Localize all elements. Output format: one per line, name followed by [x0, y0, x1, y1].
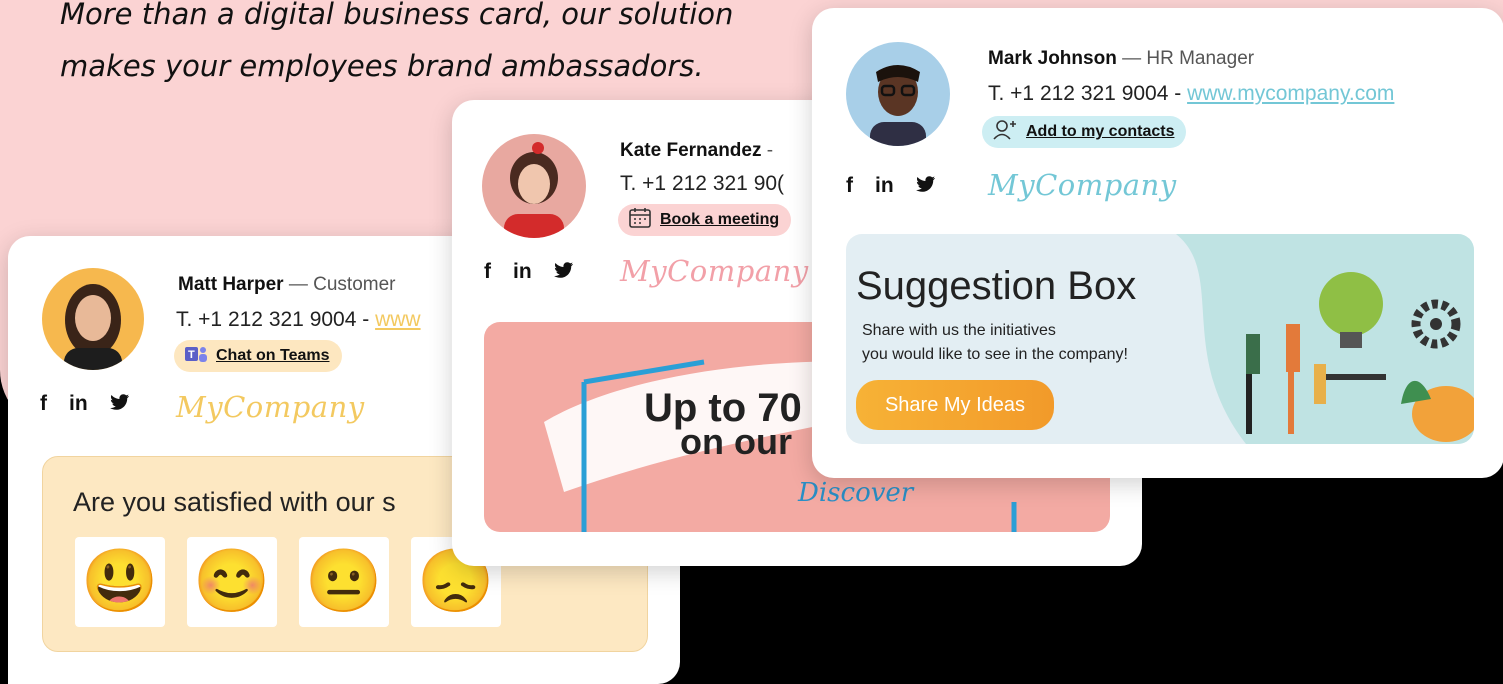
contact-name: Matt Harper	[178, 274, 284, 295]
linkedin-icon[interactable]: in	[513, 260, 532, 284]
tagline: More than a digital business card, our s…	[60, 0, 860, 92]
avatar	[42, 268, 144, 370]
contact-phone: T. +1 212 321 9004 -	[988, 82, 1188, 105]
linkedin-icon[interactable]: in	[875, 174, 894, 198]
twitter-icon[interactable]	[915, 174, 936, 198]
svg-text:T: T	[188, 349, 195, 361]
tagline-line-1: More than a digital business card, our s…	[60, 0, 734, 31]
facebook-icon[interactable]: f	[40, 392, 47, 416]
facebook-icon[interactable]: f	[846, 174, 853, 198]
contact-role: — HR Manager	[1122, 48, 1255, 69]
twitter-icon[interactable]	[553, 260, 574, 284]
chat-on-teams-button[interactable]: T Chat on Teams	[174, 340, 342, 372]
banner-text-line-2: you would like to see in the company!	[862, 346, 1128, 363]
website-link[interactable]: www	[375, 308, 421, 331]
contact-phone-line: T. +1 212 321 9004 - www.mycompany.com	[988, 82, 1394, 106]
signature-card-mark-johnson: Mark Johnson — HR Manager T. +1 212 321 …	[812, 8, 1503, 478]
banner-title: Suggestion Box	[856, 264, 1137, 308]
twitter-icon[interactable]	[109, 392, 130, 416]
social-links: f in	[40, 392, 130, 416]
discover-link[interactable]: Discover	[798, 478, 913, 508]
book-meeting-button[interactable]: Book a meeting	[618, 204, 792, 236]
survey-question: Are you satisfied with our s	[73, 487, 396, 517]
emoji-neutral[interactable]: 😐	[299, 537, 389, 627]
action-label: Book a meeting	[660, 211, 780, 228]
contact-phone-line: T. +1 212 321 9004 - www	[176, 308, 421, 332]
contact-name-line: Kate Fernandez -	[620, 140, 773, 162]
add-contact-icon	[992, 119, 1018, 146]
company-logo: MyCompany	[988, 168, 1177, 202]
emoji-satisfied[interactable]: 😊	[187, 537, 277, 627]
share-my-ideas-button[interactable]: Share My Ideas	[856, 380, 1054, 430]
website-link[interactable]: www.mycompany.com	[1187, 82, 1394, 105]
contact-role: — Customer	[288, 274, 396, 295]
action-label: Add to my contacts	[1026, 123, 1175, 140]
linkedin-icon[interactable]: in	[69, 392, 88, 416]
contact-phone: T. +1 212 321 90(	[620, 172, 785, 195]
social-links: f in	[846, 174, 936, 198]
company-logo: MyCompany	[176, 390, 365, 424]
teams-icon: T	[184, 344, 208, 369]
facebook-icon[interactable]: f	[484, 260, 491, 284]
action-label: Chat on Teams	[216, 347, 330, 364]
contact-name: Mark Johnson	[988, 48, 1117, 69]
avatar	[846, 42, 950, 146]
tagline-line-2: makes your employees brand ambassadors.	[60, 49, 704, 83]
calendar-icon	[628, 207, 652, 234]
banner-text-line-1: Share with us the initiatives	[862, 322, 1056, 339]
emoji-very-satisfied[interactable]: 😃	[75, 537, 165, 627]
contact-name-line: Matt Harper — Customer	[178, 274, 396, 296]
contact-name-line: Mark Johnson — HR Manager	[988, 48, 1254, 70]
company-logo: MyCompany	[620, 254, 809, 288]
social-links: f in	[484, 260, 574, 284]
contact-phone: T. +1 212 321 9004 -	[176, 308, 376, 331]
contact-name: Kate Fernandez	[620, 140, 762, 161]
add-to-contacts-button[interactable]: Add to my contacts	[982, 116, 1187, 148]
avatar	[482, 134, 586, 238]
contact-role: -	[766, 140, 774, 161]
suggestion-box-banner: Suggestion Box Share with us the initiat…	[846, 234, 1474, 444]
promo-subheadline: on our	[680, 421, 792, 462]
